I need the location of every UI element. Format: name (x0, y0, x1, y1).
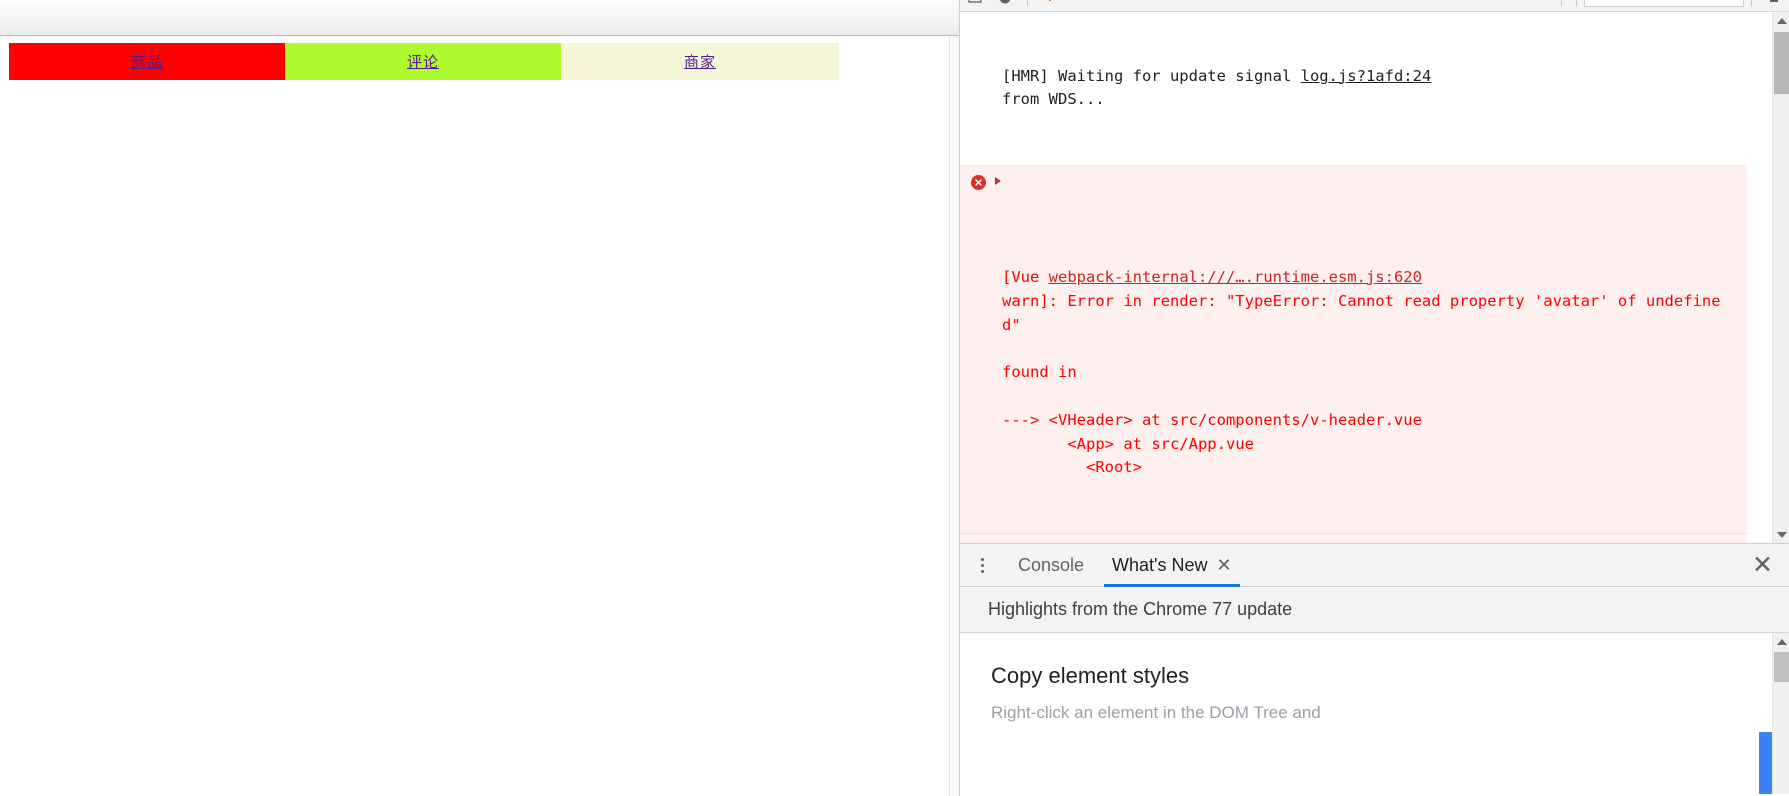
record-icon[interactable] (1035, 0, 1065, 11)
drawer-tab-whats-new[interactable]: What's New ✕ (1098, 543, 1246, 587)
console-message-list: [HMR] Waiting for update signal log.js?1… (960, 12, 1747, 543)
toolbar-divider-4 (1751, 0, 1752, 6)
console-message-error-2[interactable]: webpack-internal:///…runtime.esm.js:1887… (960, 533, 1747, 543)
error-icon (971, 174, 986, 190)
scroll-down-arrow-icon[interactable] (1773, 526, 1789, 543)
devtools-pane: [HMR] Waiting for update signal log.js?1… (959, 0, 1789, 796)
page-tab-seller-label: 商家 (683, 53, 716, 71)
whats-new-scrollbar[interactable] (1772, 633, 1789, 794)
console-message-0-tail: from WDS... (1002, 90, 1105, 109)
whats-new-header: Highlights from the Chrome 77 update (960, 587, 1789, 633)
drawer-tab-whats-new-label: What's New (1112, 554, 1208, 575)
console-vertical-scrollbar[interactable] (1772, 12, 1789, 543)
toolbar-divider-2 (1561, 0, 1562, 6)
page-canvas: 商品 评论 商家 (0, 37, 950, 796)
console-message-1-link[interactable]: webpack-internal:///….runtime.esm.js:620 (1049, 268, 1422, 286)
web-page-pane: 商品 评论 商家 (0, 0, 959, 796)
screen: 商品 评论 商家 [HMR] Waiting for update signal… (0, 0, 1789, 796)
console-message-1-body: [Vue webpack-internal:///….runtime.esm.j… (1002, 266, 1739, 480)
console-message-0-body: [HMR] Waiting for update signal log.js?1… (1002, 65, 1739, 113)
scroll-up-arrow-icon[interactable] (1773, 633, 1789, 650)
devtools-toolbar (960, 0, 1789, 12)
console-message-1-text: warn]: Error in render: "TypeError: Cann… (1002, 291, 1721, 477)
console-message-0-text: [HMR] Waiting for update signal (1002, 66, 1301, 85)
expand-triangle-icon[interactable] (995, 176, 1001, 185)
page-tab-goods[interactable]: 商品 (9, 43, 285, 80)
drawer-close-icon[interactable]: ✕ (1752, 552, 1773, 578)
settings-icon[interactable] (1759, 0, 1789, 11)
page-tab-review-label: 评论 (406, 53, 439, 71)
inspect-icon[interactable] (960, 0, 990, 11)
page-right-gutter (950, 37, 959, 796)
console-message-1-prefix: [Vue (1002, 267, 1049, 286)
toolbar-divider-3 (1576, 0, 1577, 6)
browser-chrome-strip (0, 0, 959, 36)
filter-input[interactable] (1584, 0, 1744, 7)
whats-new-scrollbar-thumb[interactable] (1774, 652, 1789, 682)
console-message-info[interactable]: [HMR] Waiting for update signal log.js?1… (960, 12, 1747, 166)
whats-new-item-title: Copy element styles (991, 663, 1190, 688)
whats-new-panel: Highlights from the Chrome 77 update Cop… (960, 587, 1789, 795)
page-tab-seller[interactable]: 商家 (561, 43, 839, 80)
toolbar-divider (1027, 0, 1028, 6)
console-scroll-area: [HMR] Waiting for update signal log.js?1… (960, 12, 1789, 543)
scroll-up-arrow-icon[interactable] (1773, 12, 1789, 29)
page-tabbar: 商品 评论 商家 (9, 43, 839, 80)
device-toggle-icon[interactable] (990, 0, 1020, 11)
page-tab-goods-label: 商品 (130, 53, 163, 71)
console-scrollbar-thumb[interactable] (1774, 32, 1789, 94)
selection-marker (1759, 732, 1772, 794)
console-message-0-link[interactable]: log.js?1afd:24 (1301, 67, 1432, 85)
close-icon[interactable]: ✕ (1217, 556, 1232, 574)
page-tab-review[interactable]: 评论 (285, 43, 561, 80)
more-options-icon[interactable] (960, 543, 1004, 587)
drawer-tab-console-label: Console (1018, 554, 1085, 575)
drawer-tab-console[interactable]: Console (1004, 543, 1098, 587)
drawer-tabbar: Console What's New ✕ ✕ (960, 543, 1789, 587)
whats-new-body: Copy element styles Right-click an eleme… (960, 633, 1789, 794)
whats-new-item-desc: Right-click an element in the DOM Tree a… (991, 703, 1321, 722)
console-message-error-1[interactable]: [Vue webpack-internal:///….runtime.esm.j… (960, 165, 1747, 534)
